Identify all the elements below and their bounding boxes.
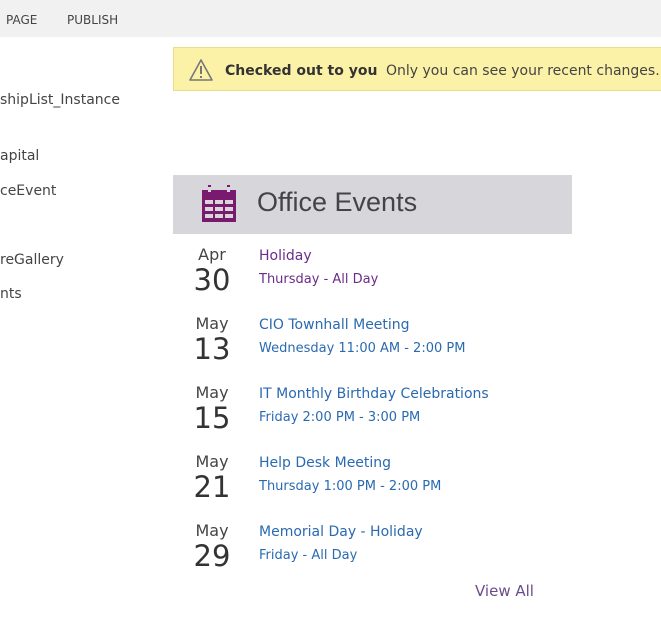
checkout-notice: Checked out to you Only you can see your… (173, 47, 661, 91)
nav-item[interactable]: apital (0, 148, 39, 164)
event-day: 13 (193, 332, 231, 366)
event-item: May 21 Help Desk Meeting Thursday 1:00 P… (173, 448, 572, 517)
event-time[interactable]: Thursday - All Day (259, 272, 378, 287)
event-time[interactable]: Friday 2:00 PM - 3:00 PM (259, 410, 420, 425)
event-title-link[interactable]: Help Desk Meeting (259, 455, 391, 471)
nav-item[interactable]: nts (0, 286, 22, 302)
event-item: Apr 30 Holiday Thursday - All Day (173, 241, 572, 310)
nav-item[interactable]: shipList_Instance (0, 92, 120, 108)
event-title-link[interactable]: IT Monthly Birthday Celebrations (259, 386, 489, 402)
webpart-title: Office Events (257, 187, 418, 217)
event-time[interactable]: Wednesday 11:00 AM - 2:00 PM (259, 341, 465, 356)
event-item: May 13 CIO Townhall Meeting Wednesday 11… (173, 310, 572, 379)
event-title-link[interactable]: CIO Townhall Meeting (259, 317, 410, 333)
view-all-link[interactable]: View All (475, 582, 534, 600)
event-day: 15 (193, 401, 231, 435)
event-month: May (195, 521, 229, 540)
event-item: May 15 IT Monthly Birthday Celebrations … (173, 379, 572, 448)
ribbon: PAGE PUBLISH (0, 0, 661, 37)
nav-item[interactable]: ceEvent (0, 183, 56, 199)
nav-item[interactable]: reGallery (0, 252, 64, 268)
event-title-link[interactable]: Holiday (259, 248, 312, 264)
event-month: May (195, 314, 229, 333)
webpart-header: Office Events (173, 175, 572, 234)
warning-icon (188, 58, 214, 86)
event-day: 30 (193, 263, 231, 297)
tab-publish[interactable]: PUBLISH (67, 13, 118, 27)
event-day: 21 (193, 470, 231, 504)
tab-page[interactable]: PAGE (6, 13, 37, 27)
event-month: Apr (198, 245, 226, 264)
event-title-link[interactable]: Memorial Day - Holiday (259, 524, 423, 540)
notice-message: Only you can see your recent changes. (386, 63, 660, 79)
event-day: 29 (193, 539, 231, 573)
event-item: May 29 Memorial Day - Holiday Friday - A… (173, 517, 572, 586)
calendar-icon (200, 185, 238, 227)
event-time[interactable]: Friday - All Day (259, 548, 357, 563)
event-month: May (195, 452, 229, 471)
notice-title: Checked out to you (225, 63, 378, 79)
event-month: May (195, 383, 229, 402)
event-time[interactable]: Thursday 1:00 PM - 2:00 PM (259, 479, 441, 494)
